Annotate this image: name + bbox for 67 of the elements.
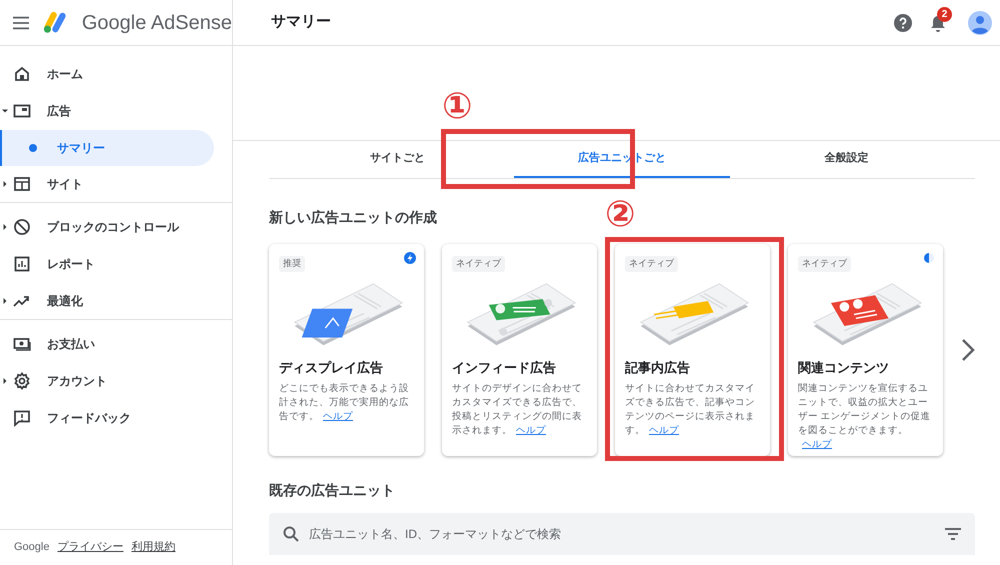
footer-link[interactable]: プライバシー bbox=[57, 539, 124, 556]
card-description: サイトに合わせてカスタマイズできる広告で、記事やコンテンツのページに表示されます。 ヘルプ bbox=[625, 382, 756, 438]
sidebar-item[interactable]: ブロックのコントロール bbox=[47, 218, 179, 236]
step-number: ② bbox=[605, 197, 636, 233]
sidebar-item[interactable]: 広告 bbox=[47, 102, 71, 120]
help-link[interactable]: ヘルプ bbox=[802, 438, 832, 450]
search-icon bbox=[283, 526, 299, 542]
tab[interactable]: 全般設定 bbox=[738, 141, 956, 178]
step-number: ① bbox=[442, 89, 472, 125]
feedback-icon bbox=[13, 409, 31, 427]
browser-window-icon bbox=[13, 175, 31, 193]
help-link[interactable]: ヘルプ bbox=[649, 424, 679, 436]
tab[interactable]: サイトごと bbox=[289, 141, 506, 178]
card-description: どこにでも表示できるよう設計された、万能で実用的な広告です。 ヘルプ bbox=[279, 382, 410, 424]
sidebar-item[interactable]: アカウント bbox=[47, 372, 107, 390]
ad-frame-icon bbox=[13, 102, 31, 120]
filter-icon[interactable] bbox=[945, 528, 961, 540]
sidebar-item[interactable]: サイト bbox=[47, 175, 83, 193]
sidebar-item[interactable]: レポート bbox=[47, 255, 95, 273]
card-tag: ネイティブ bbox=[798, 256, 851, 272]
menu-icon[interactable] bbox=[13, 16, 29, 30]
search-bar[interactable]: 広告ユニット名、ID、フォーマットなどで検索 bbox=[269, 513, 975, 555]
page-title: サマリー bbox=[271, 12, 331, 32]
half-circle-icon bbox=[923, 252, 935, 264]
caret-icon[interactable] bbox=[2, 224, 8, 230]
help-link[interactable]: ヘルプ bbox=[516, 424, 546, 436]
search-input[interactable]: 広告ユニット名、ID、フォーマットなどで検索 bbox=[309, 525, 935, 543]
footer-brand: Google bbox=[14, 540, 50, 556]
card-title: インフィード広告 bbox=[452, 359, 557, 377]
card-description: 関連コンテンツを宣伝するユニットで、収益の拡大とユーザー エンゲージメントの促進を図ることができます。 ヘルプ bbox=[798, 382, 932, 452]
help-icon[interactable] bbox=[894, 14, 912, 32]
card-tag: ネイティブ bbox=[452, 256, 505, 272]
money-icon bbox=[13, 335, 31, 353]
card-title: 記事内広告 bbox=[625, 359, 691, 377]
sidebar-subitem[interactable]: サマリー bbox=[0, 130, 214, 166]
product-name: Google AdSense bbox=[82, 10, 232, 36]
bar-chart-icon bbox=[13, 255, 31, 273]
card-tag: 推奨 bbox=[279, 256, 305, 272]
ad-unit-card[interactable]: 推奨 ディスプレイ広告 どこにでも表示できるよう設計された、万能で実用的な広告です。 ヘルプ bbox=[269, 244, 424, 456]
notification-badge: 2 bbox=[937, 6, 952, 22]
sidebar-item[interactable]: フィードバック bbox=[47, 409, 131, 427]
lightning-icon bbox=[404, 252, 416, 264]
ad-unit-card[interactable]: ネイティブ インフィード広告 サイトのデザインに合わせてカスタマイズできる広告で、投稿とリスティングの間に表示されます。 ヘルプ bbox=[442, 244, 597, 456]
card-title: ディスプレイ広告 bbox=[279, 359, 384, 377]
sidebar-item[interactable]: 最適化 bbox=[47, 292, 83, 310]
section-heading: 既存の広告ユニット bbox=[269, 481, 395, 500]
ad-unit-card[interactable]: ネイティブ 記事内広告 サイトに合わせてカスタマイズできる広告で、記事やコンテンツのページに表示されます。 ヘルプ bbox=[615, 244, 770, 456]
settings-icon bbox=[13, 372, 31, 390]
logo-icon bbox=[43, 10, 68, 34]
help-link[interactable]: ヘルプ bbox=[323, 410, 353, 422]
caret-icon[interactable] bbox=[2, 378, 8, 384]
sidebar-item[interactable]: お支払い bbox=[47, 335, 95, 353]
caret-icon[interactable] bbox=[2, 298, 8, 304]
block-icon bbox=[13, 218, 31, 236]
footer-link[interactable]: 利用規約 bbox=[131, 539, 176, 556]
ad-unit-card[interactable]: ネイティブ 関連コンテンツ 関連コンテンツを宣伝するユニットで、収益の拡大とユーザー エンゲージメントの促進を図ることができます。 ヘルプ bbox=[788, 244, 943, 456]
card-tag: ネイティブ bbox=[625, 256, 678, 272]
caret-icon[interactable] bbox=[2, 181, 8, 187]
sidebar-item[interactable]: ホーム bbox=[47, 65, 83, 83]
home-icon bbox=[13, 65, 31, 83]
bullet-icon bbox=[29, 144, 37, 152]
avatar-icon[interactable] bbox=[968, 10, 992, 34]
section-heading: 新しい広告ユニットの作成 bbox=[269, 208, 437, 227]
card-description: サイトのデザインに合わせてカスタマイズできる広告で、投稿とリスティングの間に表示されます。 ヘルプ bbox=[452, 382, 583, 438]
chevron-right-icon[interactable] bbox=[961, 338, 975, 362]
card-title: 関連コンテンツ bbox=[798, 359, 890, 377]
caret-icon[interactable] bbox=[2, 108, 8, 114]
